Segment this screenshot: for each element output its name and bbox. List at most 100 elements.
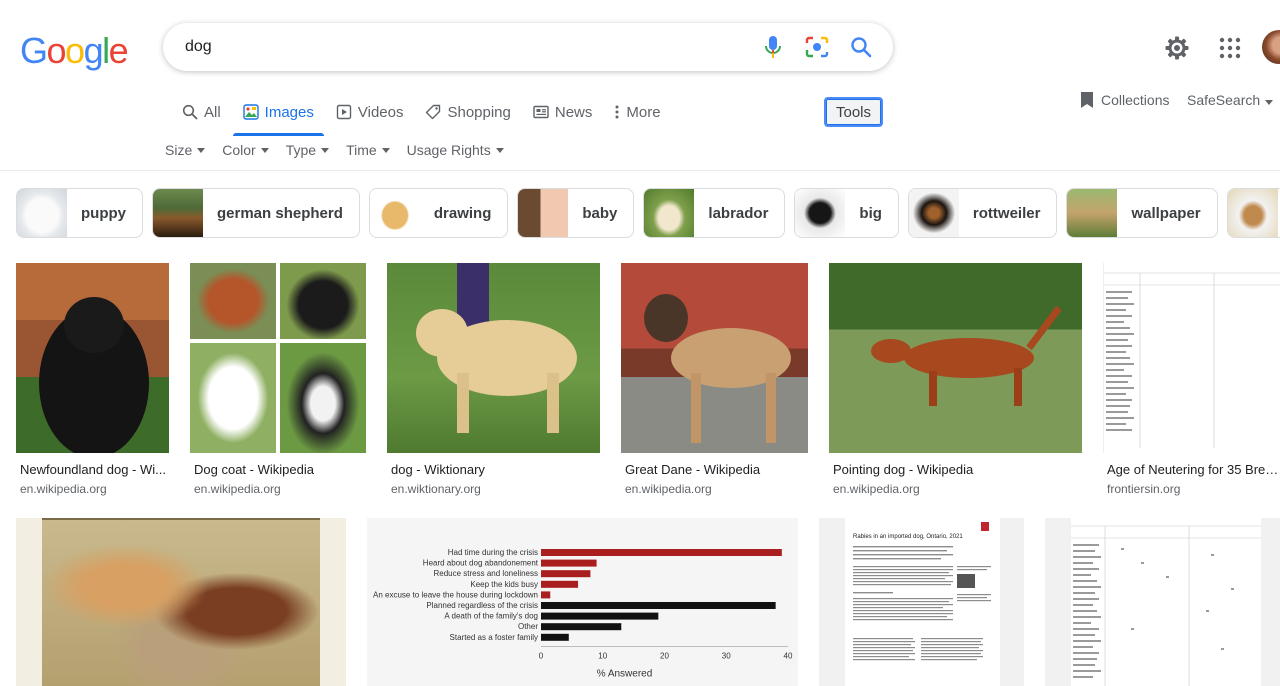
newspaper-icon: [533, 104, 549, 120]
search-input[interactable]: dog: [185, 38, 741, 56]
result-title[interactable]: dog - Wiktionary: [391, 462, 591, 477]
filter-color[interactable]: Color: [222, 142, 269, 158]
google-logo[interactable]: Google: [20, 30, 129, 72]
tab-label: Images: [264, 103, 314, 121]
result-image-newfoundland[interactable]: [16, 263, 169, 453]
safesearch-dropdown[interactable]: SafeSearch: [1187, 92, 1274, 108]
tab-label: Videos: [357, 103, 404, 121]
bar-label: Reduce stress and loneliness: [433, 569, 538, 578]
chevron-down-icon: [1265, 100, 1274, 105]
bar-label: An excuse to leave the house during lock…: [373, 590, 538, 599]
bar: [541, 580, 579, 588]
chip-wallpaper[interactable]: wallpaper: [1066, 188, 1218, 238]
microphone-icon[interactable]: [761, 35, 785, 59]
collections-label: Collections: [1101, 92, 1170, 108]
filter-time[interactable]: Time: [346, 142, 390, 158]
chip-thumbnail: [518, 189, 569, 237]
result-source: en.wikipedia.org: [194, 482, 281, 496]
result-image-rabies-paper[interactable]: Rabies in an imported dog, Ontario, 2021: [819, 518, 1024, 686]
result-title[interactable]: Pointing dog - Wikipedia: [833, 462, 1073, 477]
result-title[interactable]: Dog coat - Wikipedia: [194, 462, 364, 477]
bar-label: Heard about dog abandonement: [423, 559, 539, 568]
play-icon: [336, 104, 352, 120]
tab-news[interactable]: News: [533, 97, 593, 127]
result-image-dog-wiktionary[interactable]: [387, 263, 600, 453]
result-title[interactable]: Great Dane - Wikipedia: [625, 462, 805, 477]
chevron-down-icon: [381, 147, 390, 153]
tab-label: All: [204, 103, 221, 121]
search-box[interactable]: dog: [163, 23, 893, 71]
chip-small[interactable]: sm: [1226, 188, 1280, 238]
bar: [541, 549, 782, 556]
result-source: en.wikipedia.org: [625, 482, 712, 496]
filter-label: Time: [346, 142, 377, 158]
result-source: en.wikipedia.org: [833, 482, 920, 496]
settings-gear-icon[interactable]: [1164, 35, 1190, 61]
chip-drawing[interactable]: drawing: [368, 188, 509, 238]
search-icon: [182, 104, 198, 120]
tag-icon: [425, 104, 441, 120]
result-image-dog-coat[interactable]: [190, 263, 366, 453]
tab-videos[interactable]: Videos: [336, 97, 404, 127]
chip-label: wallpaper: [1131, 204, 1201, 222]
tools-button[interactable]: Tools: [824, 97, 883, 127]
bar-label: Started as a foster family: [450, 633, 538, 642]
result-image-neutering-table[interactable]: [1103, 263, 1280, 453]
chevron-down-icon: [197, 147, 206, 153]
chevron-down-icon: [260, 147, 269, 153]
related-chips: puppy german shepherd drawing baby labra…: [16, 188, 1280, 238]
chevron-down-icon: [495, 147, 504, 153]
tab-more[interactable]: More: [614, 97, 661, 127]
tab-images[interactable]: Images: [232, 97, 325, 136]
filter-type[interactable]: Type: [285, 142, 330, 158]
result-image-pointing-dog[interactable]: [829, 263, 1082, 453]
x-axis-label: % Answered: [597, 668, 653, 679]
tab-shopping[interactable]: Shopping: [425, 97, 511, 127]
tab-label: Shopping: [447, 103, 511, 121]
result-image-dog-painting[interactable]: [16, 518, 346, 686]
tick-label: 10: [598, 651, 607, 660]
chip-label: rottweiler: [972, 204, 1041, 222]
chip-thumbnail: [1227, 189, 1278, 237]
chip-label: labrador: [708, 204, 769, 222]
bar: [541, 570, 591, 578]
bar-label: Had time during the crisis: [448, 548, 538, 557]
search-icon[interactable]: [849, 35, 873, 59]
bar-label: Other: [518, 622, 538, 631]
filter-usage-rights[interactable]: Usage Rights: [407, 142, 504, 158]
chip-big[interactable]: big: [794, 188, 899, 238]
chip-label: baby: [582, 204, 618, 222]
result-image-bar-chart[interactable]: Had time during the crisis Heard about do…: [367, 518, 798, 686]
chip-labrador[interactable]: labrador: [643, 188, 786, 238]
chip-label: big: [859, 204, 882, 222]
filter-size[interactable]: Size: [165, 142, 206, 158]
result-image-neutering-table-2[interactable]: [1045, 518, 1280, 686]
chip-baby[interactable]: baby: [517, 188, 635, 238]
chip-german-shepherd[interactable]: german shepherd: [152, 188, 360, 238]
chip-puppy[interactable]: puppy: [16, 188, 143, 238]
result-title[interactable]: Newfoundland dog - Wi...: [20, 462, 170, 477]
filter-label: Usage Rights: [406, 142, 491, 158]
google-apps-icon[interactable]: [1218, 36, 1242, 60]
tick-label: 30: [722, 651, 731, 660]
chip-rottweiler[interactable]: rottweiler: [907, 188, 1058, 238]
tab-label: More: [626, 103, 661, 121]
chip-thumbnail: [17, 189, 67, 237]
tab-all[interactable]: All: [182, 97, 221, 127]
result-source: en.wikipedia.org: [20, 482, 107, 496]
camera-lens-icon[interactable]: [805, 35, 829, 59]
bar-label: Keep the kids busy: [470, 580, 538, 589]
chip-thumbnail: [153, 189, 203, 237]
tick-label: 20: [660, 651, 669, 660]
result-title[interactable]: Age of Neutering for 35 Bree...: [1107, 462, 1280, 477]
chip-label: german shepherd: [217, 204, 343, 222]
chip-label: puppy: [81, 204, 126, 222]
filter-label: Type: [285, 142, 317, 158]
collections-link[interactable]: Collections: [1080, 91, 1169, 109]
tab-label: News: [554, 103, 593, 121]
chevron-down-icon: [321, 147, 330, 153]
account-avatar[interactable]: [1262, 30, 1280, 64]
result-image-great-dane[interactable]: [621, 263, 808, 453]
bar-label: Planned regardless of the crisis: [426, 601, 538, 610]
result-source: en.wiktionary.org: [391, 482, 481, 496]
